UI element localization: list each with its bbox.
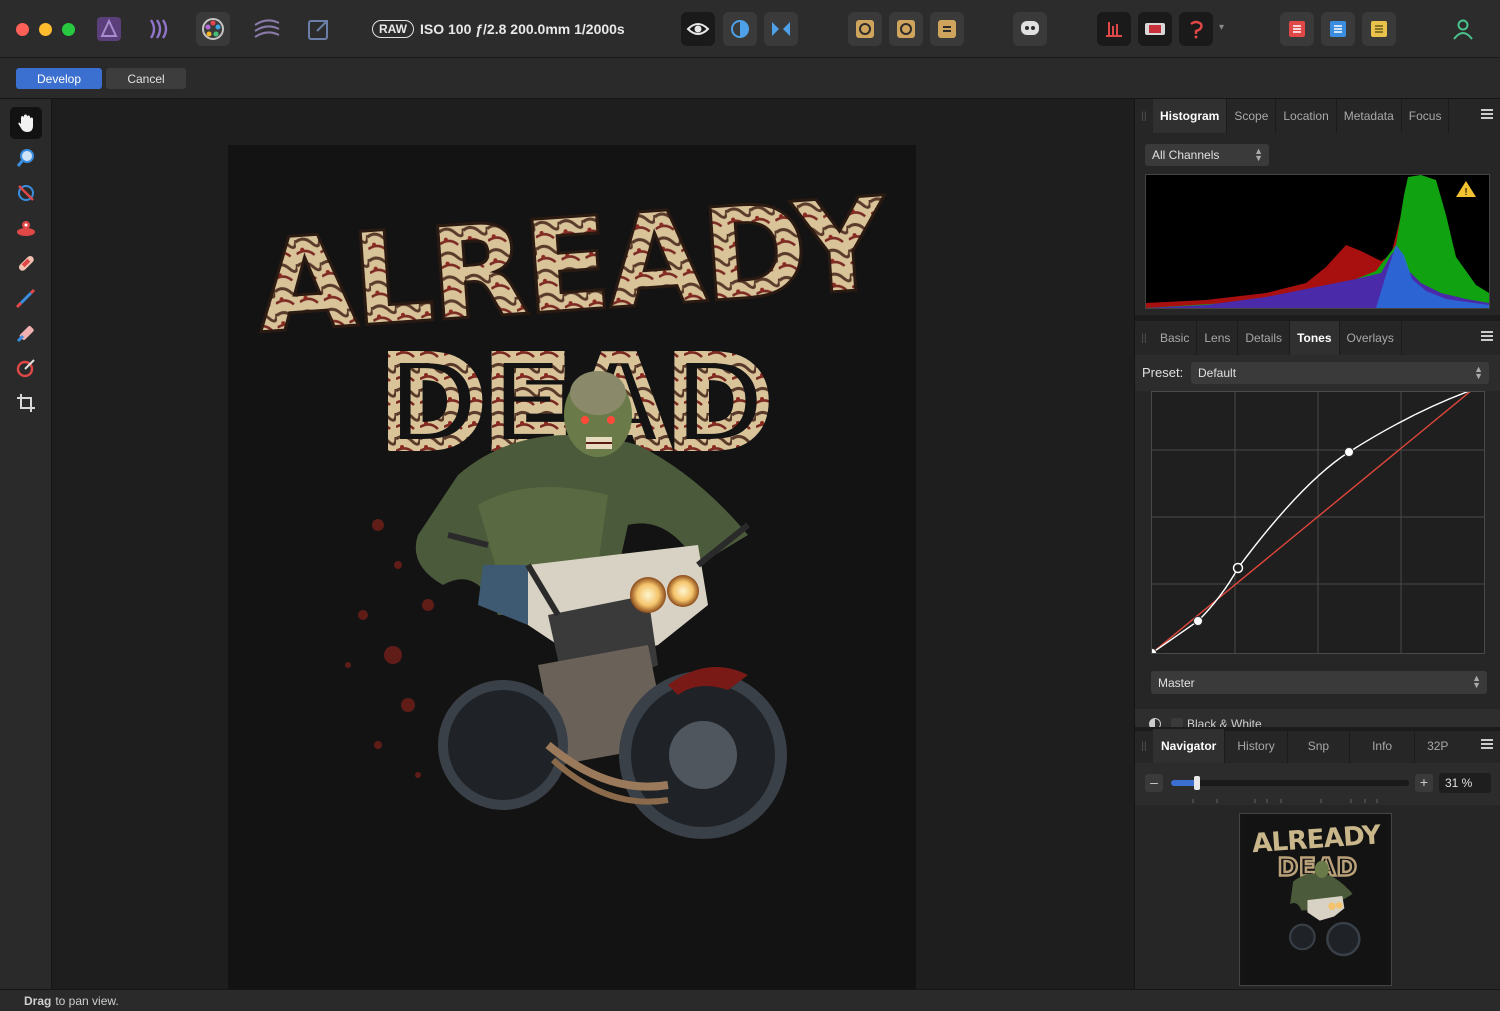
zoom-out-button[interactable]: –: [1145, 774, 1163, 792]
tab-histogram[interactable]: Histogram: [1153, 99, 1228, 133]
zoom-value-field[interactable]: 31 %: [1439, 773, 1491, 793]
tab-snapshots[interactable]: Snp: [1288, 729, 1351, 763]
tab-history[interactable]: History: [1225, 729, 1288, 763]
overlay-paint-tool-icon[interactable]: [10, 282, 42, 314]
export-persona-icon[interactable]: [302, 12, 336, 46]
tab-location[interactable]: Location: [1276, 99, 1337, 133]
show-clipped-icon[interactable]: [681, 12, 715, 46]
panel-menu-icon[interactable]: [1481, 331, 1493, 341]
context-toolbar: Develop Cancel: [0, 58, 1500, 99]
section-checkbox[interactable]: [1171, 718, 1183, 727]
overlay-gradient-tool-icon[interactable]: [10, 352, 42, 384]
flip-icon[interactable]: [930, 12, 964, 46]
cancel-button[interactable]: Cancel: [106, 68, 186, 89]
rotate-right-icon[interactable]: [889, 12, 923, 46]
status-bar: Drag to pan view.: [0, 989, 1500, 1011]
channel-select-value: All Channels: [1152, 148, 1220, 162]
tab-basic[interactable]: Basic: [1153, 321, 1198, 355]
curve-channel-value: Master: [1158, 675, 1195, 690]
zoom-row: – + 31 %: [1135, 763, 1500, 805]
view-tool-hand-icon[interactable]: [10, 107, 42, 139]
chevron-updown-icon: ▲ ▼: [1254, 146, 1263, 163]
tab-details[interactable]: Details: [1238, 321, 1291, 355]
black-white-section[interactable]: Black & White: [1135, 709, 1500, 727]
clipping-tones-icon[interactable]: [1179, 12, 1213, 46]
navigator-tabbar: || Navigator History Snp Info 32P: [1135, 729, 1500, 763]
tab-scope[interactable]: Scope: [1227, 99, 1277, 133]
tab-info[interactable]: Info: [1350, 729, 1416, 763]
close-window-button[interactable]: [16, 23, 29, 36]
histogram-chart: !: [1145, 174, 1490, 309]
photo-persona-icon[interactable]: [92, 12, 126, 46]
split-view-icon[interactable]: [723, 12, 757, 46]
chevron-updown-icon: ▲ ▼: [1474, 364, 1483, 381]
adjust-tabbar: || Basic Lens Details Tones Overlays: [1135, 321, 1500, 355]
develop-persona-icon[interactable]: [196, 12, 230, 46]
artwork-title-line1: ALREADY: [252, 170, 893, 363]
tone-mapping-persona-icon[interactable]: [250, 12, 284, 46]
black-white-icon: [1149, 718, 1161, 727]
warning-icon: [1467, 181, 1485, 197]
panel-grip-icon[interactable]: ||: [1135, 729, 1153, 763]
blemish-tool-icon[interactable]: [10, 247, 42, 279]
clipping-highlights-icon[interactable]: [1138, 12, 1172, 46]
preset-row: Preset: Default ▲ ▼: [1135, 355, 1500, 391]
assistant-yellow-icon[interactable]: [1362, 12, 1396, 46]
account-icon[interactable]: [1446, 12, 1480, 46]
right-panels: || Histogram Scope Location Metadata Foc…: [1134, 99, 1500, 989]
chevron-down-icon[interactable]: ▾: [1219, 22, 1224, 33]
develop-button[interactable]: Develop: [16, 68, 102, 89]
zoom-slider-handle[interactable]: [1194, 776, 1201, 790]
panel-grip-icon[interactable]: ||: [1135, 321, 1153, 355]
white-balance-tool-icon[interactable]: [10, 177, 42, 209]
chevron-updown-icon: ▲ ▼: [1472, 673, 1481, 690]
zoom-ticks: [1171, 790, 1409, 803]
tab-overlays[interactable]: Overlays: [1340, 321, 1402, 355]
channel-select[interactable]: All Channels ▲ ▼: [1145, 144, 1269, 166]
tab-metadata[interactable]: Metadata: [1337, 99, 1402, 133]
curve-channel-select[interactable]: Master ▲ ▼: [1151, 671, 1487, 694]
black-white-label: Black & White: [1187, 717, 1262, 727]
status-text: to pan view.: [55, 993, 119, 1008]
tools-panel: [0, 99, 52, 989]
tab-tones[interactable]: Tones: [1290, 321, 1340, 355]
zoom-window-button[interactable]: [62, 23, 75, 36]
preset-select-value: Default: [1198, 366, 1237, 380]
canvas-area[interactable]: ALREADY DEAD: [53, 99, 1133, 989]
tab-32p[interactable]: 32P: [1415, 729, 1460, 763]
overlay-erase-tool-icon[interactable]: [10, 317, 42, 349]
assistant-red-icon[interactable]: [1280, 12, 1314, 46]
panel-menu-icon[interactable]: [1481, 109, 1493, 119]
tone-curve-graph[interactable]: [1147, 389, 1485, 658]
crop-tool-icon[interactable]: [10, 387, 42, 419]
zoom-slider[interactable]: [1171, 776, 1409, 790]
mirror-view-icon[interactable]: [764, 12, 798, 46]
minimize-window-button[interactable]: [39, 23, 52, 36]
raw-exif-info: RAW ISO 100 ƒ/2.8 200.0mm 1/2000s: [372, 18, 625, 40]
tab-lens[interactable]: Lens: [1197, 321, 1239, 355]
zombie-biker-artwork: ALREADY DEAD: [250, 169, 895, 839]
clipping-shadows-icon[interactable]: [1097, 12, 1131, 46]
red-eye-tool-icon[interactable]: [10, 212, 42, 244]
histogram-tabbar: || Histogram Scope Location Metadata Foc…: [1135, 99, 1500, 133]
panel-grip-icon[interactable]: ||: [1135, 99, 1153, 133]
rotate-left-icon[interactable]: [848, 12, 882, 46]
preset-select[interactable]: Default ▲ ▼: [1191, 362, 1489, 384]
navigator-thumbnail[interactable]: ALREADY DEAD: [1239, 813, 1392, 986]
document-image[interactable]: ALREADY DEAD: [228, 145, 916, 989]
zoom-tool-icon[interactable]: [10, 142, 42, 174]
assistant-icon[interactable]: [1013, 12, 1047, 46]
tab-focus[interactable]: Focus: [1402, 99, 1450, 133]
status-bold: Drag: [24, 993, 52, 1008]
zoom-in-button[interactable]: +: [1415, 774, 1433, 792]
exif-readout: ISO 100 ƒ/2.8 200.0mm 1/2000s: [420, 21, 625, 37]
tab-navigator[interactable]: Navigator: [1153, 729, 1226, 763]
raw-badge: RAW: [372, 20, 414, 38]
preset-label: Preset:: [1142, 365, 1184, 380]
panel-menu-icon[interactable]: [1481, 739, 1493, 749]
assistant-blue-icon[interactable]: [1321, 12, 1355, 46]
main-toolbar: RAW ISO 100 ƒ/2.8 200.0mm 1/2000s ▾: [0, 0, 1500, 58]
liquify-persona-icon[interactable]: [144, 12, 178, 46]
